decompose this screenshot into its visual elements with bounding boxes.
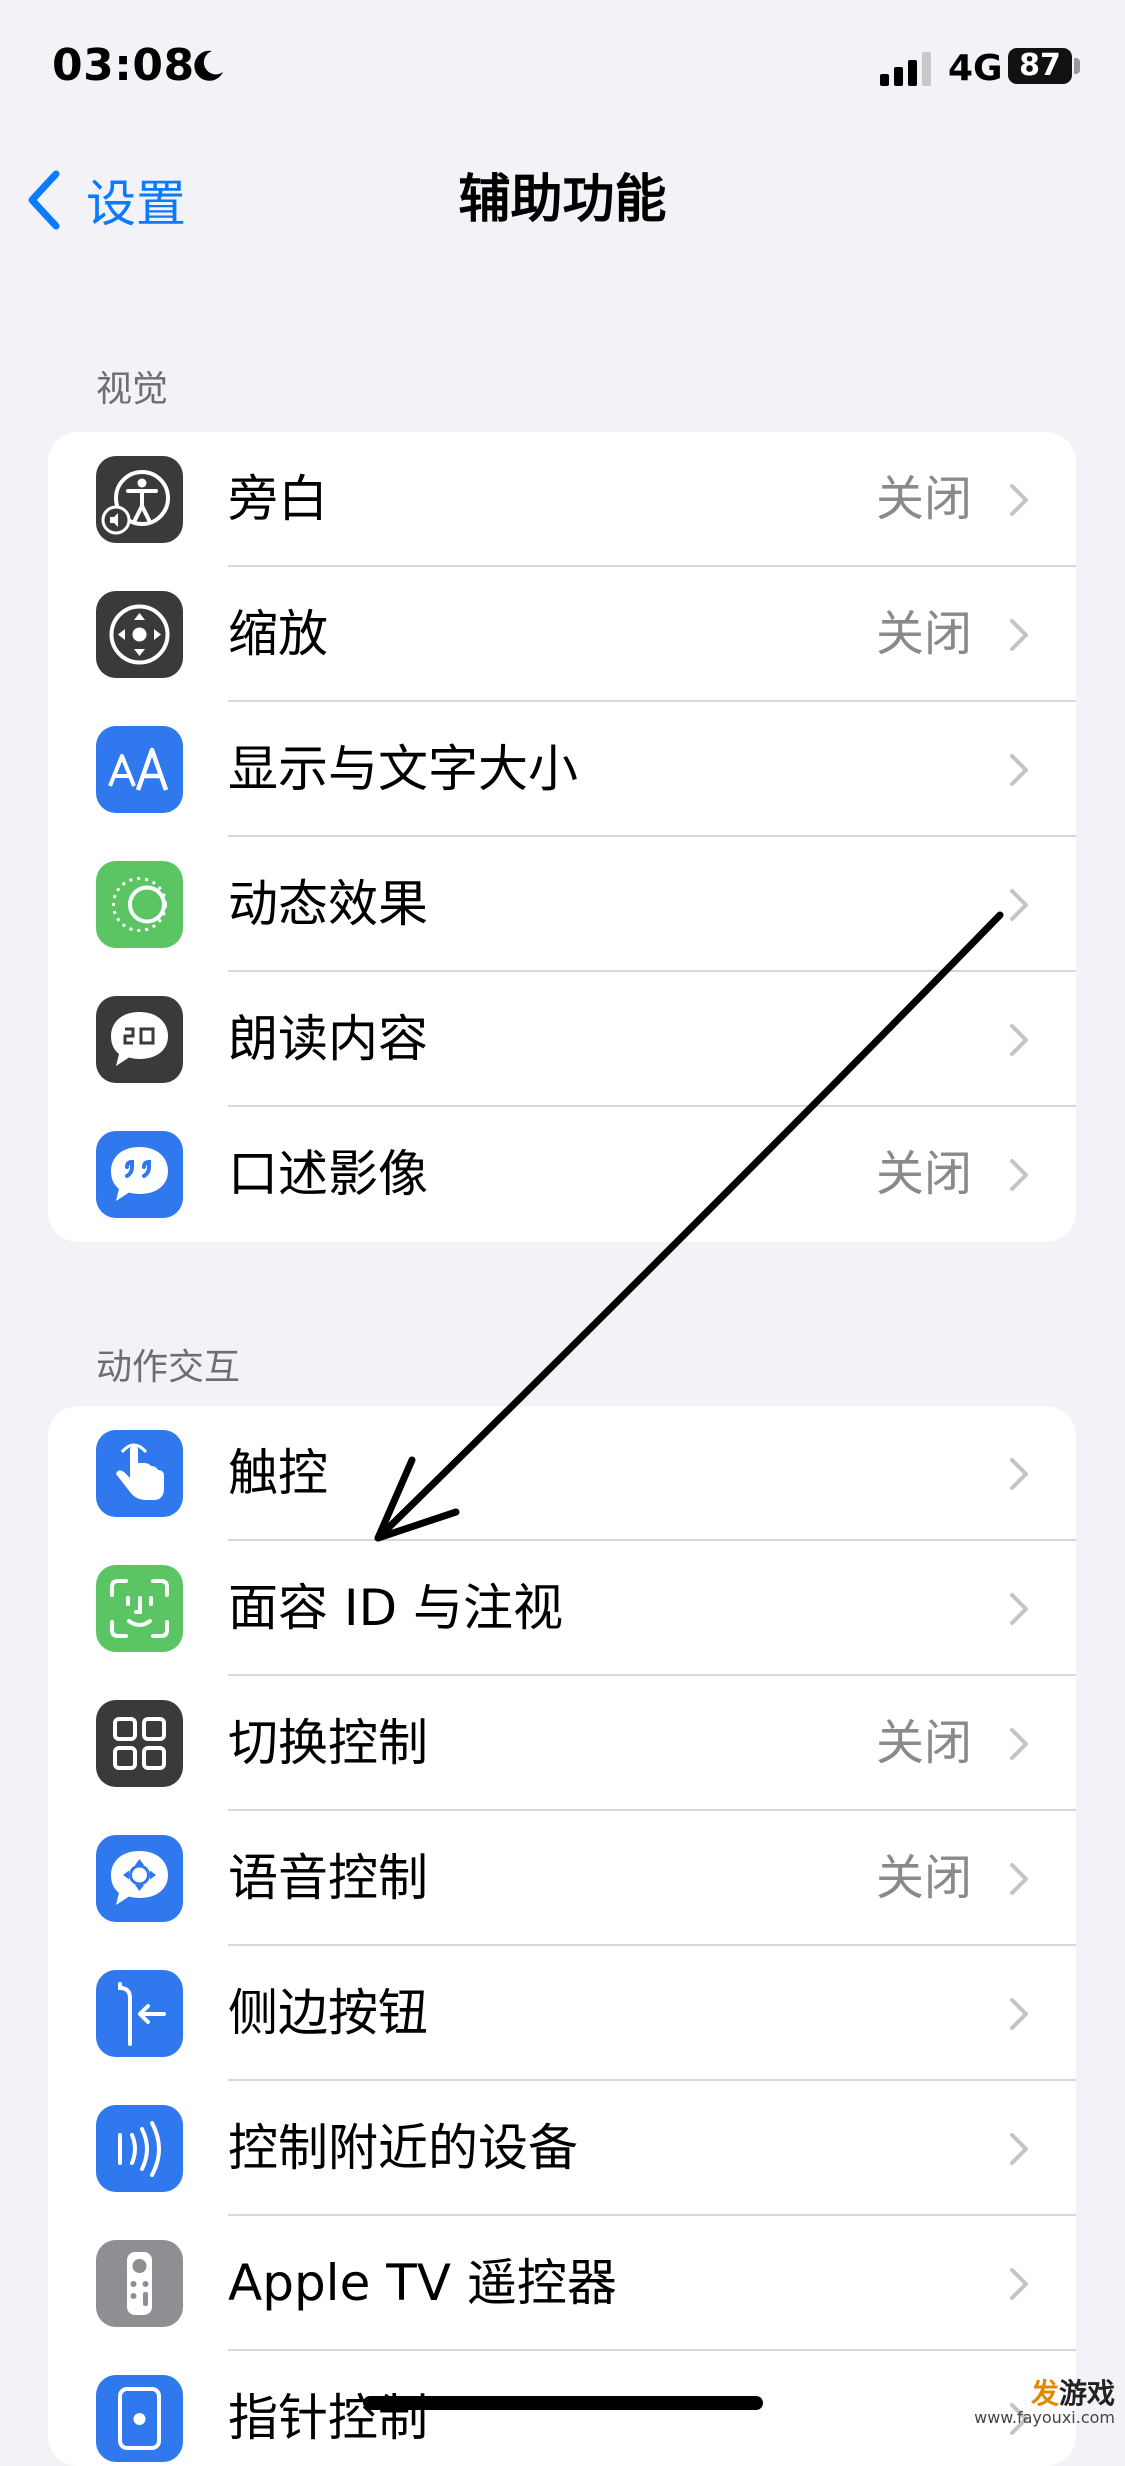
row-switch-control[interactable]: 切换控制 关闭 [48, 1676, 1076, 1811]
row-face-id-attention[interactable]: 面容 ID 与注视 [48, 1541, 1076, 1676]
chevron-right-icon [1010, 1024, 1028, 1056]
settings-group-physical-motor: 触控 面容 ID 与注视 切换控制 关闭 语音控制 关闭 侧边按钮 控制附近的设… [48, 1406, 1076, 2466]
row-label: 侧边按钮 [228, 1984, 428, 2042]
watermark-title: 发游戏 [1030, 2377, 1115, 2410]
chevron-right-icon [1010, 1728, 1028, 1760]
chevron-right-icon [1010, 619, 1028, 651]
network-label: 4G [948, 48, 1003, 89]
row-label: Apple TV 遥控器 [228, 2254, 617, 2312]
battery-cap [1074, 58, 1080, 74]
row-label: 口述影像 [228, 1145, 428, 1203]
voice-control-icon [96, 1835, 183, 1922]
home-indicator[interactable] [363, 2396, 763, 2410]
chevron-right-icon [1010, 1998, 1028, 2030]
row-label: 面容 ID 与注视 [228, 1579, 564, 1637]
page-title: 辅助功能 [458, 170, 667, 230]
section-header-vision: 视觉 [96, 369, 169, 410]
section-header-physical-motor: 动作交互 [96, 1347, 241, 1388]
chevron-right-icon [1010, 1593, 1028, 1625]
switch-control-icon [96, 1700, 183, 1787]
chevron-right-icon [1010, 754, 1028, 786]
row-value: 关闭 [875, 1146, 972, 1202]
chevron-right-icon [1010, 1458, 1028, 1490]
status-bar: 03:08 4G 87 [0, 0, 1125, 140]
motion-icon [96, 861, 183, 948]
chevron-right-icon [1010, 2268, 1028, 2300]
signal-icon [880, 52, 931, 86]
row-label: 显示与文字大小 [228, 740, 578, 798]
row-spoken-content[interactable]: 朗读内容 [48, 972, 1076, 1107]
row-label: 切换控制 [228, 1714, 428, 1772]
row-value: 关闭 [875, 1850, 972, 1906]
battery-indicator: 87 [1008, 48, 1072, 84]
row-label: 旁白 [228, 470, 328, 528]
row-motion[interactable]: 动态效果 [48, 837, 1076, 972]
row-apple-tv-remote[interactable]: Apple TV 遥控器 [48, 2216, 1076, 2351]
row-value: 关闭 [875, 606, 972, 662]
side-button-icon [96, 1970, 183, 2057]
touch-icon [96, 1430, 183, 1517]
row-label: 缩放 [228, 605, 328, 663]
chevron-right-icon [1010, 889, 1028, 921]
row-audio-descriptions[interactable]: 口述影像 关闭 [48, 1107, 1076, 1242]
watermark: 发游戏 www.fayouxi.com [974, 2380, 1115, 2426]
row-value: 关闭 [875, 471, 972, 527]
row-touch[interactable]: 触控 [48, 1406, 1076, 1541]
face-id-icon [96, 1565, 183, 1652]
row-side-button[interactable]: 侧边按钮 [48, 1946, 1076, 2081]
zoom-icon [96, 591, 183, 678]
chevron-right-icon [1010, 1863, 1028, 1895]
row-voiceover[interactable]: 旁白 关闭 [48, 432, 1076, 567]
row-label: 动态效果 [228, 875, 428, 933]
row-control-nearby-devices[interactable]: 控制附近的设备 [48, 2081, 1076, 2216]
pointer-control-icon [96, 2375, 183, 2462]
row-display-text-size[interactable]: 显示与文字大小 [48, 702, 1076, 837]
watermark-url: www.fayouxi.com [974, 2408, 1115, 2427]
row-label: 朗读内容 [228, 1010, 428, 1068]
chevron-right-icon [1010, 2133, 1028, 2165]
nearby-devices-icon [96, 2105, 183, 2192]
row-label: 控制附近的设备 [228, 2119, 578, 2177]
row-label: 触控 [228, 1444, 328, 1502]
row-zoom[interactable]: 缩放 关闭 [48, 567, 1076, 702]
audio-description-icon [96, 1131, 183, 1218]
row-value: 关闭 [875, 1715, 972, 1771]
spoken-content-icon [96, 996, 183, 1083]
status-time: 03:08 [52, 40, 195, 91]
row-label: 语音控制 [228, 1849, 428, 1907]
moon-icon [194, 50, 223, 81]
apple-tv-remote-icon [96, 2240, 183, 2327]
chevron-right-icon [1010, 484, 1028, 516]
row-voice-control[interactable]: 语音控制 关闭 [48, 1811, 1076, 1946]
settings-group-vision: 旁白 关闭 缩放 关闭 显示与文字大小 动态效果 朗读内容 口述影像 关闭 [48, 432, 1076, 1242]
voiceover-icon [96, 456, 183, 543]
chevron-right-icon [1010, 1159, 1028, 1191]
text-size-icon [96, 726, 183, 813]
